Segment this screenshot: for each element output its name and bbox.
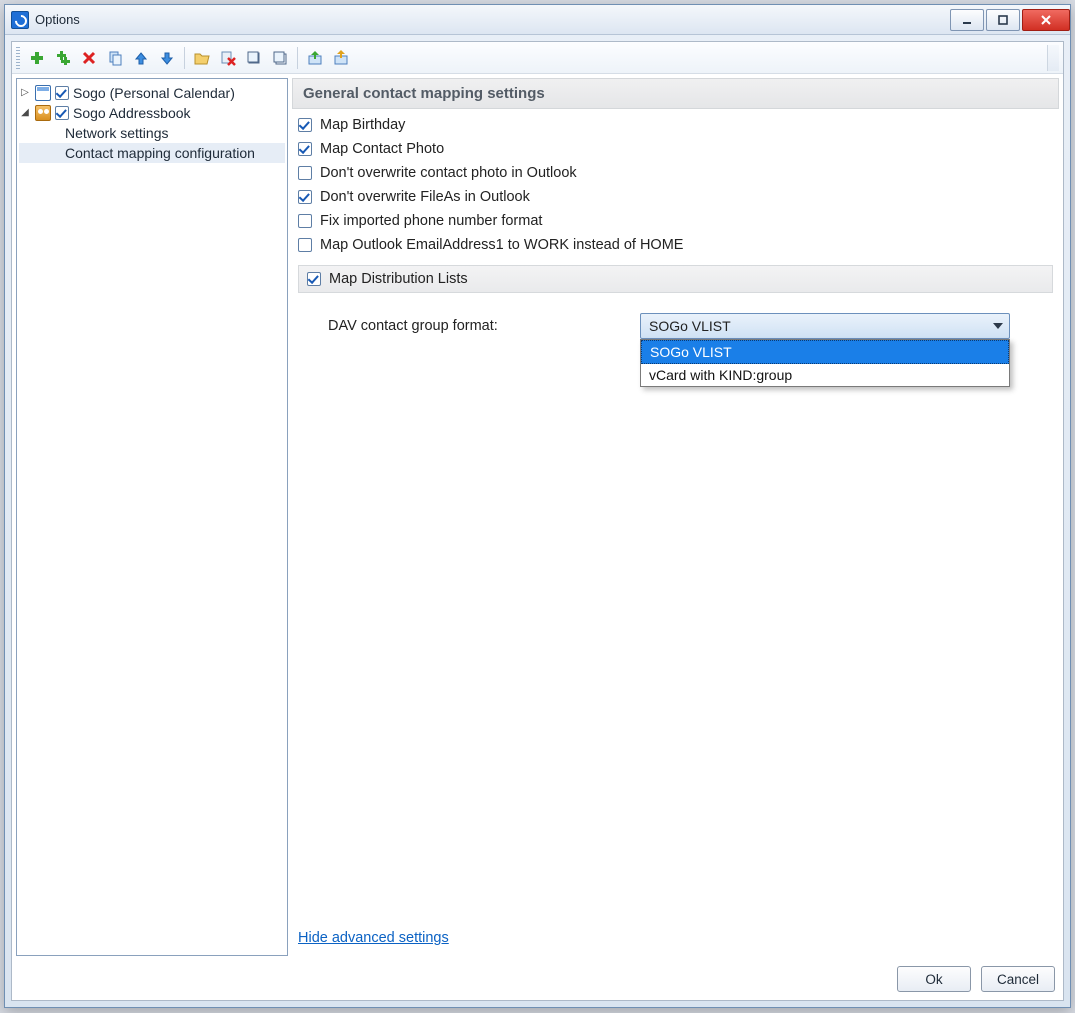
- opt-map-contact-photo[interactable]: Map Contact Photo: [298, 141, 1053, 157]
- expander-expanded-icon[interactable]: ◢: [19, 107, 31, 119]
- option-label: Don't overwrite FileAs in Outlook: [320, 189, 530, 205]
- section-header: General contact mapping settings: [292, 78, 1059, 109]
- dropdown-item[interactable]: vCard with KIND:group: [641, 364, 1009, 386]
- opt-map-birthday[interactable]: Map Birthday: [298, 117, 1053, 133]
- window-title: Options: [35, 12, 80, 27]
- calendar-icon: [35, 85, 51, 101]
- option-label: Map Birthday: [320, 117, 405, 133]
- tree-child-label: Contact mapping configuration: [65, 145, 255, 161]
- hide-advanced-link[interactable]: Hide advanced settings: [298, 930, 449, 946]
- options-dialog: Options: [4, 4, 1071, 1008]
- tree-node-addressbook[interactable]: ◢ Sogo Addressbook: [19, 103, 285, 123]
- group-format-dropdown[interactable]: SOGo VLIST vCard with KIND:group: [640, 339, 1010, 387]
- titlebar: Options: [5, 5, 1070, 35]
- copy-icon[interactable]: [104, 47, 126, 69]
- delete-cache-icon[interactable]: [217, 47, 239, 69]
- option-label: Map Contact Photo: [320, 141, 444, 157]
- chevron-down-icon: [993, 323, 1003, 329]
- option-label: Fix imported phone number format: [320, 213, 542, 229]
- tree-checkbox[interactable]: [55, 86, 69, 100]
- tree-child-contact-mapping[interactable]: Contact mapping configuration: [19, 143, 285, 163]
- export-icon[interactable]: [330, 47, 352, 69]
- settings-panel: General contact mapping settings Map Bir…: [292, 78, 1059, 956]
- delete-icon[interactable]: [78, 47, 100, 69]
- dropdown-item[interactable]: SOGo VLIST: [641, 340, 1009, 364]
- checkbox[interactable]: [298, 190, 312, 204]
- client-area: ▷ Sogo (Personal Calendar) ◢ Sogo Addres…: [11, 41, 1064, 1001]
- open-folder-icon[interactable]: [191, 47, 213, 69]
- dialog-buttons: Ok Cancel: [12, 960, 1063, 1000]
- expand-all-icon[interactable]: [269, 47, 291, 69]
- app-icon: [11, 11, 29, 29]
- toolbar: [12, 42, 1063, 74]
- option-label: Map Distribution Lists: [329, 271, 468, 287]
- import-icon[interactable]: [304, 47, 326, 69]
- add-icon[interactable]: [26, 47, 48, 69]
- collapse-all-icon[interactable]: [243, 47, 265, 69]
- tree-node-calendar[interactable]: ▷ Sogo (Personal Calendar): [19, 83, 285, 103]
- option-label: Don't overwrite contact photo in Outlook: [320, 165, 577, 181]
- maximize-button[interactable]: [986, 9, 1020, 31]
- group-format-combo[interactable]: SOGo VLIST SOGo VLIST vCard with KIND:gr…: [640, 313, 1010, 339]
- checkbox[interactable]: [298, 214, 312, 228]
- tree-node-label: Sogo (Personal Calendar): [73, 85, 235, 101]
- move-down-icon[interactable]: [156, 47, 178, 69]
- checkbox[interactable]: [298, 238, 312, 252]
- expander-collapsed-icon[interactable]: ▷: [19, 87, 31, 99]
- ok-button[interactable]: Ok: [897, 966, 971, 992]
- minimize-button[interactable]: [950, 9, 984, 31]
- option-label: Map Outlook EmailAddress1 to WORK instea…: [320, 237, 683, 253]
- group-format-label: DAV contact group format:: [328, 318, 628, 334]
- addressbook-icon: [35, 105, 51, 121]
- checkbox[interactable]: [298, 142, 312, 156]
- opt-map-distribution-lists[interactable]: Map Distribution Lists: [298, 265, 1053, 293]
- opt-dont-overwrite-photo[interactable]: Don't overwrite contact photo in Outlook: [298, 165, 1053, 181]
- cancel-button[interactable]: Cancel: [981, 966, 1055, 992]
- close-button[interactable]: [1022, 9, 1070, 31]
- toolbar-overflow-icon[interactable]: [1047, 45, 1059, 71]
- tree-child-label: Network settings: [65, 125, 168, 141]
- combo-selected-value: SOGo VLIST: [649, 318, 731, 334]
- move-up-icon[interactable]: [130, 47, 152, 69]
- tree-node-label: Sogo Addressbook: [73, 105, 191, 121]
- opt-dont-overwrite-fileas[interactable]: Don't overwrite FileAs in Outlook: [298, 189, 1053, 205]
- checkbox[interactable]: [307, 272, 321, 286]
- opt-fix-phone-format[interactable]: Fix imported phone number format: [298, 213, 1053, 229]
- opt-email1-work[interactable]: Map Outlook EmailAddress1 to WORK instea…: [298, 237, 1053, 253]
- checkbox[interactable]: [298, 118, 312, 132]
- tree-checkbox[interactable]: [55, 106, 69, 120]
- tree-child-network-settings[interactable]: Network settings: [19, 123, 285, 143]
- toolbar-grip: [16, 47, 20, 69]
- checkbox[interactable]: [298, 166, 312, 180]
- add-multi-icon[interactable]: [52, 47, 74, 69]
- profile-tree[interactable]: ▷ Sogo (Personal Calendar) ◢ Sogo Addres…: [16, 78, 288, 956]
